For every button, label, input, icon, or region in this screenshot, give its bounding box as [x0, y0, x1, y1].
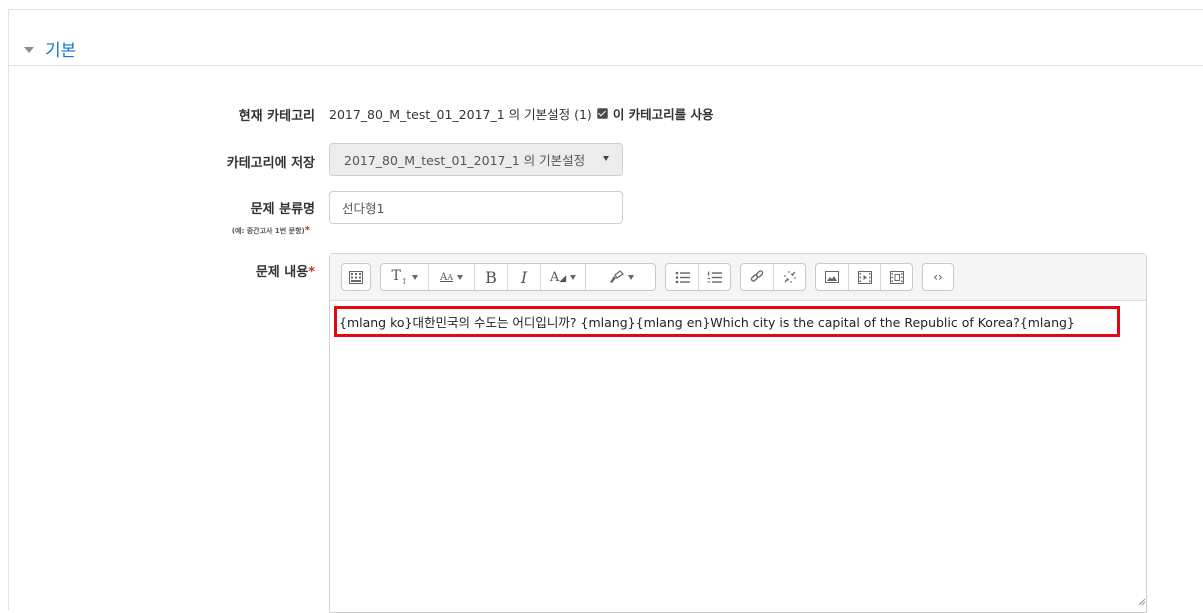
- section-divider: [9, 65, 1203, 66]
- background-color-button[interactable]: [586, 264, 655, 290]
- italic-button[interactable]: I: [508, 264, 541, 290]
- caret-down-icon: [411, 274, 418, 280]
- current-category-row: 2017_80_M_test_01_2017_1 의 기본설정 (1) 이 카테…: [329, 104, 714, 123]
- unordered-list-button[interactable]: [666, 264, 699, 290]
- image-icon: [825, 271, 839, 283]
- font-size-icon: AA: [439, 271, 453, 283]
- highlighter-icon: [609, 270, 624, 283]
- save-category-select[interactable]: 2017_80_M_test_01_2017_1 의 기본설정: [329, 143, 623, 176]
- image-button[interactable]: [816, 264, 849, 290]
- paragraph-style-button[interactable]: T↕: [381, 264, 429, 290]
- question-text-content[interactable]: {mlang ko}대한민국의 수도는 어디입니까? {mlang}{mlang…: [339, 312, 1075, 331]
- keyboard-icon: [349, 270, 363, 284]
- toolbar-group-lists: [665, 263, 731, 291]
- use-category-checkbox-label[interactable]: 이 카테고리를 사용: [613, 104, 714, 123]
- caret-down-icon: [627, 274, 634, 280]
- question-name-label: 문제 분류명: [250, 202, 315, 217]
- editor-content-highlighted[interactable]: {mlang ko}대한민국의 수도는 어디입니까? {mlang}{mlang…: [334, 306, 1120, 337]
- font-color-icon: A◢: [549, 269, 567, 285]
- font-color-button[interactable]: A◢: [541, 264, 586, 290]
- question-name-hint: (예: 중간고사 1번 문항)*: [231, 225, 310, 236]
- bold-icon: B: [485, 267, 497, 287]
- bold-button[interactable]: B: [475, 264, 508, 290]
- code-icon: ‹›: [933, 270, 943, 284]
- media-button[interactable]: [849, 264, 881, 290]
- paragraph-style-icon: T↕: [391, 268, 408, 286]
- toolbar-group-collapse: [341, 263, 371, 291]
- section-title[interactable]: 기본: [45, 36, 76, 61]
- question-text-label: 문제 내용*: [255, 265, 315, 280]
- use-category-checkbox[interactable]: [596, 108, 608, 119]
- section-header-general[interactable]: 기본: [24, 36, 76, 61]
- link-icon: [750, 270, 764, 282]
- save-category-label: 카테고리에 저장: [226, 156, 315, 171]
- question-name-input[interactable]: [329, 191, 623, 224]
- font-size-button[interactable]: AA: [429, 264, 475, 290]
- caret-down-icon: [570, 274, 577, 280]
- save-category-selected-value: 2017_80_M_test_01_2017_1 의 기본설정: [344, 153, 584, 168]
- film-files-icon: [889, 270, 904, 284]
- toggle-toolbar-button[interactable]: [342, 264, 370, 290]
- toolbar-group-style: T↕ AA B I A◢: [380, 263, 656, 291]
- unlink-button[interactable]: [774, 264, 805, 290]
- numbered-list-icon: [707, 271, 722, 283]
- caret-down-icon: [457, 274, 463, 280]
- unlink-icon: [783, 271, 796, 283]
- italic-icon: I: [520, 267, 528, 287]
- film-icon: [857, 270, 872, 284]
- required-mark: *: [308, 265, 315, 280]
- editor-toolbar: T↕ AA B I A◢ ‹›: [330, 254, 1146, 301]
- toolbar-group-links: [740, 263, 806, 291]
- triangle-down-icon[interactable]: [24, 46, 34, 53]
- bullet-list-icon: [675, 271, 690, 283]
- manage-media-button[interactable]: [881, 264, 912, 290]
- link-button[interactable]: [741, 264, 774, 290]
- required-mark: *: [304, 225, 310, 236]
- current-category-value: 2017_80_M_test_01_2017_1 의 기본설정 (1): [329, 107, 592, 122]
- toolbar-group-html: ‹›: [922, 263, 954, 291]
- atto-editor: T↕ AA B I A◢ ‹› {mlang ko}대한민국의 수도는 어디입니…: [329, 253, 1147, 613]
- ordered-list-button[interactable]: [699, 264, 730, 290]
- html-button[interactable]: ‹›: [923, 264, 953, 290]
- current-category-label: 현재 카테고리: [238, 109, 315, 124]
- chevron-down-icon: [603, 156, 609, 161]
- toolbar-group-media: [815, 263, 913, 291]
